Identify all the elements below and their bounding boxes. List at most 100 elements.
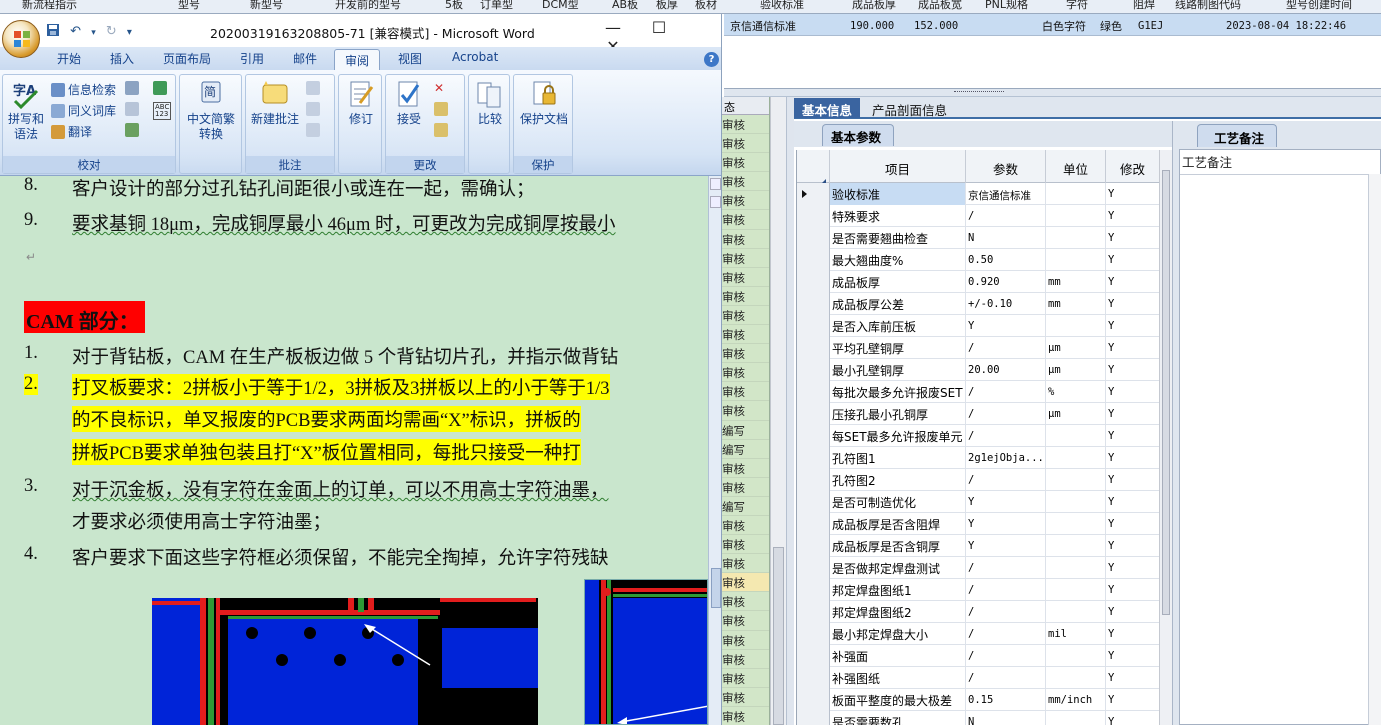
cell-unit[interactable]: μm — [1046, 359, 1106, 381]
cell-mod[interactable]: Y — [1106, 315, 1159, 337]
cell-unit[interactable]: mm — [1046, 271, 1106, 293]
col-header[interactable]: 字符 — [1066, 0, 1088, 12]
table-row[interactable]: 板面平整度的最大极差 0.15 mm/inch Y — [830, 689, 1159, 711]
status-header[interactable]: 态 — [722, 97, 769, 115]
chinese-convert-button[interactable]: 简 中文简繁转换 — [182, 79, 240, 142]
document-page[interactable]: 8. 客户设计的部分过孔钻孔间距很小或连在一起，需确认； 9. 要求基铜 18μ… — [0, 176, 708, 725]
maximize-button[interactable]: ☐ — [636, 18, 682, 37]
cell-unit[interactable] — [1046, 491, 1106, 513]
status-cell[interactable]: 审核 — [722, 650, 769, 669]
status-cell[interactable]: 审核 — [722, 459, 769, 478]
cell-unit[interactable]: % — [1046, 381, 1106, 403]
cell-item[interactable]: 最小邦定焊盘大小 — [830, 623, 966, 645]
status-cell[interactable]: 审核 — [722, 382, 769, 402]
cell-item[interactable]: 是否需要翘曲检查 — [830, 227, 966, 249]
status-cell[interactable]: 编写 — [722, 421, 769, 440]
header-unit[interactable]: 单位 — [1046, 150, 1106, 183]
customize-qat-icon[interactable]: ▾ — [127, 27, 132, 38]
cell-param[interactable]: 2g1ejObja... — [966, 447, 1046, 469]
cell-mod[interactable]: Y — [1106, 227, 1159, 249]
cell-param[interactable]: / — [966, 667, 1046, 689]
status-cell[interactable]: 审核 — [722, 535, 769, 555]
col-header[interactable]: 5板 — [445, 0, 463, 12]
status-cell[interactable]: 审核 — [722, 554, 769, 574]
cell-mod[interactable]: Y — [1106, 491, 1159, 513]
cell-unit[interactable] — [1046, 447, 1106, 469]
cell-item[interactable]: 验收标准 — [830, 183, 966, 205]
delete-comment-icon-button[interactable] — [306, 81, 323, 95]
cell-unit[interactable] — [1046, 205, 1106, 227]
status-cell[interactable]: 审核 — [722, 688, 769, 707]
table-row[interactable]: 是否做邦定焊盘测试 / Y — [830, 557, 1159, 579]
cell-unit[interactable] — [1046, 601, 1106, 623]
cell-mod[interactable]: Y — [1106, 403, 1159, 425]
word-count-icon-button[interactable] — [153, 81, 170, 95]
col-header[interactable]: 新型号 — [250, 0, 283, 12]
cell-mod[interactable]: Y — [1106, 249, 1159, 271]
cell-item[interactable]: 成品板厚是否含铜厚 — [830, 535, 966, 557]
status-cell[interactable]: 审核 — [722, 707, 769, 725]
undo-icon[interactable]: ↶ — [70, 24, 81, 39]
status-cell[interactable]: 审核 — [722, 134, 769, 154]
col-header[interactable]: DCM型 — [542, 0, 579, 12]
cell-mod[interactable]: Y — [1106, 579, 1159, 601]
cell-unit[interactable] — [1046, 667, 1106, 689]
cell-param[interactable]: 京信通信标准 — [966, 183, 1046, 205]
cell-item[interactable]: 最大翘曲度% — [830, 249, 966, 271]
cell-item[interactable]: 邦定焊盘图纸2 — [830, 601, 966, 623]
abc-count-icon[interactable]: ABC 123 — [153, 102, 172, 120]
cell-item[interactable]: 每SET最多允许报废单元 — [830, 425, 966, 447]
tab-basic-info[interactable]: 基本信息 — [794, 98, 861, 118]
scroll-up-icon[interactable] — [710, 196, 721, 208]
col-header[interactable]: 验收标准 — [760, 0, 804, 12]
col-header[interactable]: 型号 — [178, 0, 200, 12]
table-row[interactable]: 补强面 / Y — [830, 645, 1159, 667]
cell-unit[interactable]: μm — [1046, 403, 1106, 425]
cell-item[interactable]: 孔符图2 — [830, 469, 966, 491]
cell-item[interactable]: 是否做邦定焊盘测试 — [830, 557, 966, 579]
cell-unit[interactable] — [1046, 557, 1106, 579]
cell-mod[interactable]: Y — [1106, 447, 1159, 469]
col-header[interactable]: 订单型 — [480, 0, 513, 12]
update-ime-icon-button[interactable] — [125, 102, 142, 116]
cell-param[interactable]: 0.920 — [966, 271, 1046, 293]
cell-item[interactable]: 每批次最多允许报废SET — [830, 381, 966, 403]
cell-param[interactable]: 0.50 — [966, 249, 1046, 271]
tab-profile-info[interactable]: 产品剖面信息 — [864, 98, 955, 118]
col-header[interactable]: PNL规格 — [985, 0, 1028, 12]
table-row[interactable]: 成品板厚公差 +/-0.10 mm Y — [830, 293, 1159, 315]
status-cell[interactable]: 审核 — [722, 631, 769, 650]
cell-unit[interactable]: mil — [1046, 623, 1106, 645]
cell-mod[interactable]: Y — [1106, 513, 1159, 535]
cell-item[interactable]: 成品板厚是否含阻焊 — [830, 513, 966, 535]
cell-item[interactable]: 邦定焊盘图纸1 — [830, 579, 966, 601]
office-button[interactable] — [2, 20, 40, 58]
status-cell[interactable]: 审核 — [722, 268, 769, 287]
table-row[interactable]: 验收标准 京信通信标准 Y — [830, 183, 1159, 205]
cell-item[interactable]: 补强图纸 — [830, 667, 966, 689]
next-change-icon-button[interactable] — [434, 123, 451, 137]
col-header[interactable]: 成品板宽 — [918, 0, 962, 12]
protect-document-button[interactable]: 保护文档 — [516, 79, 572, 127]
col-header[interactable]: 新流程指示 — [22, 0, 77, 12]
tab-acrobat[interactable]: Acrobat — [452, 50, 498, 64]
note-textarea[interactable] — [1180, 174, 1368, 725]
table-row[interactable]: 成品板厚是否含铜厚 Y Y — [830, 535, 1159, 557]
table-row[interactable]: 每批次最多允许报废SET /% Y — [830, 381, 1159, 403]
new-comment-button[interactable]: 新建批注 — [248, 79, 302, 127]
cell-param[interactable]: Y — [966, 491, 1046, 513]
scroll-thumb[interactable] — [773, 547, 784, 725]
cell-item[interactable]: 压接孔最小孔铜厚 — [830, 403, 966, 425]
col-header[interactable]: 成品板厚 — [852, 0, 896, 12]
tab-home[interactable]: 开始 — [57, 50, 81, 67]
status-cell[interactable]: 审核 — [722, 592, 769, 612]
status-cell[interactable]: 审核 — [722, 230, 769, 249]
help-icon[interactable]: ? — [704, 52, 719, 67]
col-header[interactable]: 型号创建时间 — [1286, 0, 1352, 12]
cell-unit[interactable] — [1046, 249, 1106, 271]
tab-mailings[interactable]: 邮件 — [293, 50, 317, 67]
cell-item[interactable]: 是否需要数孔 — [830, 711, 966, 725]
status-cell[interactable]: 审核 — [722, 306, 769, 326]
cell-param[interactable]: / — [966, 337, 1046, 359]
cell-param[interactable]: / — [966, 381, 1046, 403]
